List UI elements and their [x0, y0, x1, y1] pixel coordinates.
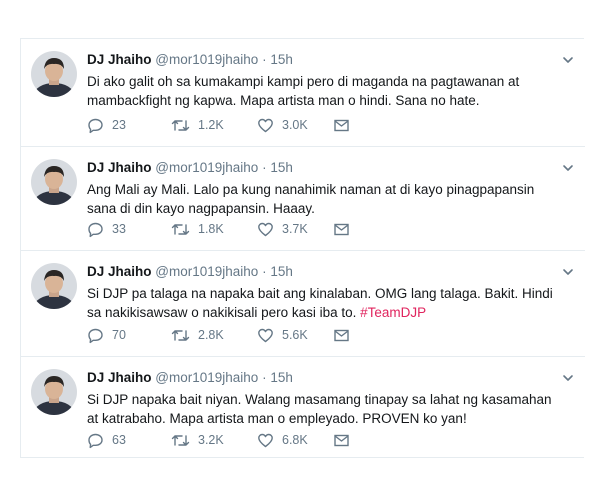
reply-icon — [88, 433, 103, 448]
retweet-button[interactable]: 1.2K — [171, 116, 224, 134]
tweet[interactable]: DJ Jhaiho @mor1019jhaiho · 15h Si DJP pa… — [21, 251, 585, 357]
like-count: 3.0K — [282, 118, 308, 132]
reply-button[interactable]: 70 — [87, 326, 126, 344]
direct-message-button[interactable] — [333, 116, 350, 134]
avatar[interactable] — [31, 51, 77, 97]
display-name[interactable]: DJ Jhaiho — [87, 264, 152, 279]
tweet-actions: 63 3.2K 6.8K — [87, 431, 387, 449]
retweet-icon — [171, 329, 190, 341]
retweet-button[interactable]: 3.2K — [171, 431, 224, 449]
heart-icon — [258, 328, 273, 342]
reply-button[interactable]: 63 — [87, 431, 126, 449]
tweet-actions: 70 2.8K 5.6K — [87, 326, 387, 344]
heart-icon — [258, 118, 273, 132]
reply-count: 63 — [112, 433, 126, 447]
retweet-button[interactable]: 1.8K — [171, 220, 224, 238]
chevron-down-icon[interactable] — [561, 371, 575, 385]
envelope-icon — [334, 329, 349, 341]
like-count: 6.8K — [282, 433, 308, 447]
timestamp[interactable]: 15h — [270, 160, 293, 175]
chevron-down-icon[interactable] — [561, 161, 575, 175]
avatar[interactable] — [31, 159, 77, 205]
envelope-icon — [334, 223, 349, 235]
retweet-count: 1.8K — [198, 222, 224, 236]
reply-icon — [88, 328, 103, 343]
tweet-actions: 33 1.8K 3.7K — [87, 220, 387, 238]
timestamp[interactable]: 15h — [270, 52, 293, 67]
hashtag-link[interactable]: #TeamDJP — [360, 305, 426, 320]
separator-dot: · — [262, 264, 267, 279]
reply-button[interactable]: 23 — [87, 116, 126, 134]
heart-icon — [258, 222, 273, 236]
reply-count: 70 — [112, 328, 126, 342]
like-button[interactable]: 6.8K — [257, 431, 308, 449]
retweet-count: 2.8K — [198, 328, 224, 342]
display-name[interactable]: DJ Jhaiho — [87, 160, 152, 175]
avatar[interactable] — [31, 263, 77, 309]
like-count: 3.7K — [282, 222, 308, 236]
like-button[interactable]: 3.0K — [257, 116, 308, 134]
retweet-icon — [171, 119, 190, 131]
user-handle[interactable]: @mor1019jhaiho — [155, 370, 258, 385]
direct-message-button[interactable] — [333, 326, 350, 344]
retweet-button[interactable]: 2.8K — [171, 326, 224, 344]
avatar[interactable] — [31, 369, 77, 415]
heart-icon — [258, 433, 273, 447]
timestamp[interactable]: 15h — [270, 264, 293, 279]
envelope-icon — [334, 434, 349, 446]
user-handle[interactable]: @mor1019jhaiho — [155, 52, 258, 67]
timestamp[interactable]: 15h — [270, 370, 293, 385]
user-handle[interactable]: @mor1019jhaiho — [155, 264, 258, 279]
direct-message-button[interactable] — [333, 220, 350, 238]
tweet-text: Ang Mali ay Mali. Lalo pa kung nanahimik… — [87, 182, 535, 216]
tweet-actions: 23 1.2K 3.0K — [87, 116, 387, 134]
display-name[interactable]: DJ Jhaiho — [87, 52, 152, 67]
tweet-text: Si DJP napaka bait niyan. Walang masaman… — [87, 392, 552, 426]
tweet[interactable]: DJ Jhaiho @mor1019jhaiho · 15h Di ako ga… — [21, 39, 585, 147]
separator-dot: · — [262, 160, 267, 175]
separator-dot: · — [262, 370, 267, 385]
display-name[interactable]: DJ Jhaiho — [87, 370, 152, 385]
reply-button[interactable]: 33 — [87, 220, 126, 238]
envelope-icon — [334, 119, 349, 131]
like-button[interactable]: 3.7K — [257, 220, 308, 238]
retweet-count: 3.2K — [198, 433, 224, 447]
chevron-down-icon[interactable] — [561, 265, 575, 279]
retweet-icon — [171, 434, 190, 446]
direct-message-button[interactable] — [333, 431, 350, 449]
like-count: 5.6K — [282, 328, 308, 342]
tweet-timeline: DJ Jhaiho @mor1019jhaiho · 15h Di ako ga… — [20, 38, 585, 461]
retweet-count: 1.2K — [198, 118, 224, 132]
tweet-text: Di ako galit oh sa kumakampi kampi pero … — [87, 74, 520, 108]
separator-dot: · — [262, 52, 267, 67]
user-handle[interactable]: @mor1019jhaiho — [155, 160, 258, 175]
reply-icon — [88, 222, 103, 237]
tweet[interactable]: DJ Jhaiho @mor1019jhaiho · 15h Ang Mali … — [21, 147, 585, 251]
like-button[interactable]: 5.6K — [257, 326, 308, 344]
reply-count: 33 — [112, 222, 126, 236]
tweet[interactable]: DJ Jhaiho @mor1019jhaiho · 15h Si DJP na… — [21, 357, 585, 461]
reply-count: 23 — [112, 118, 126, 132]
tweet-text: Si DJP pa talaga na napaka bait ang kina… — [87, 284, 557, 322]
retweet-icon — [171, 223, 190, 235]
reply-icon — [88, 118, 103, 133]
chevron-down-icon[interactable] — [561, 53, 575, 67]
tweet-text-body: Si DJP pa talaga na napaka bait ang kina… — [87, 286, 553, 320]
